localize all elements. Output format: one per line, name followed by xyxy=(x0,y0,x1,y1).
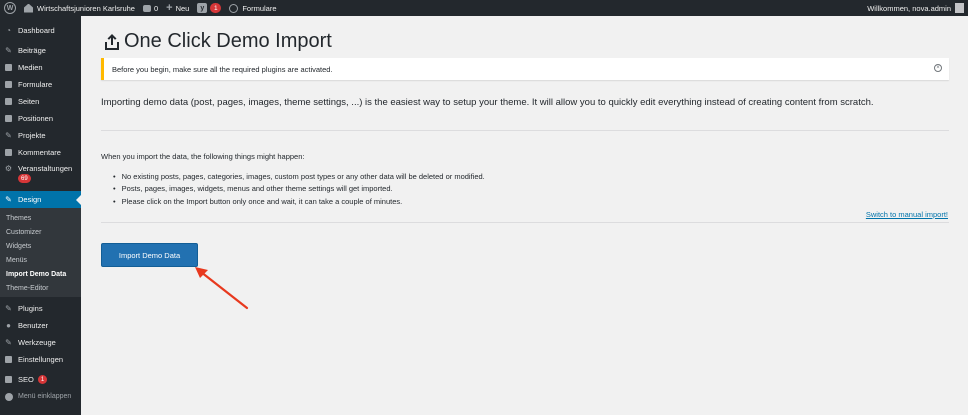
sidebar-item-label: Benutzer xyxy=(18,321,49,330)
intro-text: Importing demo data (post, pages, images… xyxy=(101,97,874,108)
globe-icon xyxy=(229,3,239,13)
sidebar-item-design[interactable]: ✎ Design xyxy=(0,191,81,208)
submenu-item-customizer[interactable]: Customizer xyxy=(0,225,81,239)
sidebar-item-dashboard[interactable]: ◔ Dashboard xyxy=(0,22,81,39)
comments-link[interactable]: 0 xyxy=(139,0,162,16)
sidebar-item-label: SEO xyxy=(18,375,34,384)
collapse-menu-button[interactable]: Menü einklappen xyxy=(0,388,81,405)
settings-icon xyxy=(4,355,13,364)
plugins-notice: Before you begin, make sure all the requ… xyxy=(101,58,949,80)
welcome-text: Willkommen, nova.admin xyxy=(867,3,951,13)
sidebar-item-kommentare[interactable]: Kommentare xyxy=(0,144,81,161)
list-item: Posts, pages, images, widgets, menus and… xyxy=(113,183,485,196)
submenu-item-themes[interactable]: Themes xyxy=(0,211,81,225)
tools-icon: ✎ xyxy=(5,338,12,347)
comment-bubble-icon xyxy=(142,4,151,12)
home-icon xyxy=(24,3,33,13)
yoast-badge: 1 xyxy=(210,3,222,13)
collapse-label: Menü einklappen xyxy=(18,393,72,400)
sidebar-item-label: Beiträge xyxy=(18,46,46,55)
avatar xyxy=(955,3,964,13)
sidebar-item-benutzer[interactable]: ● Benutzer xyxy=(0,317,81,334)
submenu-item-widgets[interactable]: Widgets xyxy=(0,239,81,253)
red-arrow-annotation xyxy=(195,267,249,310)
media-icon xyxy=(4,63,13,72)
import-warning-list: No existing posts, pages, categories, im… xyxy=(113,170,485,208)
yoast-icon: y xyxy=(197,3,208,13)
positions-icon xyxy=(4,114,13,123)
divider xyxy=(101,130,949,131)
page-title: One Click Demo Import xyxy=(104,30,332,53)
sidebar-item-label: Einstellungen xyxy=(18,355,64,364)
sidebar-item-label: Design xyxy=(18,195,42,204)
sidebar-item-seiten[interactable]: Seiten xyxy=(0,93,81,110)
main-content: One Click Demo Import Before you begin, … xyxy=(81,16,968,415)
plus-icon: + xyxy=(166,1,173,14)
dashboard-icon: ◔ xyxy=(6,26,11,35)
sidebar-item-werkzeuge[interactable]: ✎ Werkzeuge xyxy=(0,334,81,351)
sidebar-item-label: Kommentare xyxy=(18,148,61,157)
sidebar-item-beitraege[interactable]: ✎ Beiträge xyxy=(0,42,81,59)
sidebar-item-veranstaltungen[interactable]: ⚙ Veranstaltungen 69 xyxy=(0,161,81,188)
sidebar-item-label: Veranstaltungen xyxy=(18,164,73,173)
projects-icon: ✎ xyxy=(5,131,12,140)
sidebar-item-einstellungen[interactable]: Einstellungen xyxy=(0,351,81,368)
pages-icon xyxy=(4,97,13,106)
submenu-item-import-demo-data[interactable]: Import Demo Data xyxy=(0,267,81,281)
import-warning-heading: When you import the data, the following … xyxy=(101,152,305,161)
users-icon: ● xyxy=(6,321,11,330)
pin-icon: ✎ xyxy=(5,46,12,55)
admin-sidebar: ◔ Dashboard ✎ Beiträge Medien Formulare … xyxy=(0,16,81,415)
sidebar-item-positionen[interactable]: Positionen xyxy=(0,110,81,127)
sidebar-item-label: Formulare xyxy=(18,80,53,89)
sidebar-item-medien[interactable]: Medien xyxy=(0,59,81,76)
page-title-text: One Click Demo Import xyxy=(124,30,332,52)
sidebar-item-label: Medien xyxy=(18,63,43,72)
new-content-link[interactable]: + Neu xyxy=(162,0,193,16)
comments-count: 0 xyxy=(153,3,159,13)
submenu-item-theme-editor[interactable]: Theme-Editor xyxy=(0,281,81,295)
brush-icon: ✎ xyxy=(5,195,12,204)
plugins-icon: ✎ xyxy=(5,304,12,313)
account-menu[interactable]: Willkommen, nova.admin xyxy=(863,0,968,16)
site-name-label: Wirtschaftsjunioren Karlsruhe xyxy=(37,3,135,13)
site-name-link[interactable]: Wirtschaftsjunioren Karlsruhe xyxy=(20,0,139,16)
veranstaltungen-badge: 69 xyxy=(18,174,31,183)
formulare-label: Formulare xyxy=(242,3,277,13)
admin-bar: W Wirtschaftsjunioren Karlsruhe 0 + Neu … xyxy=(0,0,968,16)
comments-icon xyxy=(4,148,13,157)
formulare-link[interactable]: Formulare xyxy=(225,0,280,16)
design-submenu: Themes Customizer Widgets Menüs Import D… xyxy=(0,208,81,297)
sidebar-item-label: Dashboard xyxy=(18,26,55,35)
sidebar-item-label: Werkzeuge xyxy=(18,338,56,347)
yoast-icon xyxy=(4,375,13,384)
upload-icon xyxy=(105,33,119,50)
divider xyxy=(101,222,949,223)
new-label: Neu xyxy=(175,3,190,13)
sidebar-item-projekte[interactable]: ✎ Projekte xyxy=(0,127,81,144)
sidebar-item-label: Positionen xyxy=(18,114,54,123)
sidebar-item-seo[interactable]: SEO 1 xyxy=(0,371,81,388)
dismiss-notice-icon[interactable]: × xyxy=(934,64,942,72)
sidebar-item-formulare[interactable]: Formulare xyxy=(0,76,81,93)
sidebar-item-label: Plugins xyxy=(18,304,43,313)
list-item: Please click on the Import button only o… xyxy=(113,195,485,208)
wordpress-logo-button[interactable]: W xyxy=(0,0,20,16)
sidebar-item-plugins[interactable]: ✎ Plugins xyxy=(0,300,81,317)
wordpress-icon: W xyxy=(4,2,16,14)
collapse-icon xyxy=(4,392,13,401)
yoast-seo-link[interactable]: y 1 xyxy=(193,0,225,16)
forms-icon xyxy=(4,80,13,89)
switch-to-manual-import-link[interactable]: Switch to manual import! xyxy=(866,210,948,219)
sidebar-item-label: Projekte xyxy=(18,131,46,140)
notice-text: Before you begin, make sure all the requ… xyxy=(112,64,333,74)
calendar-icon: ⚙ xyxy=(4,164,13,173)
submenu-item-menus[interactable]: Menüs xyxy=(0,253,81,267)
list-item: No existing posts, pages, categories, im… xyxy=(113,170,485,183)
seo-badge: 1 xyxy=(37,375,48,384)
sidebar-item-label: Seiten xyxy=(18,97,40,106)
